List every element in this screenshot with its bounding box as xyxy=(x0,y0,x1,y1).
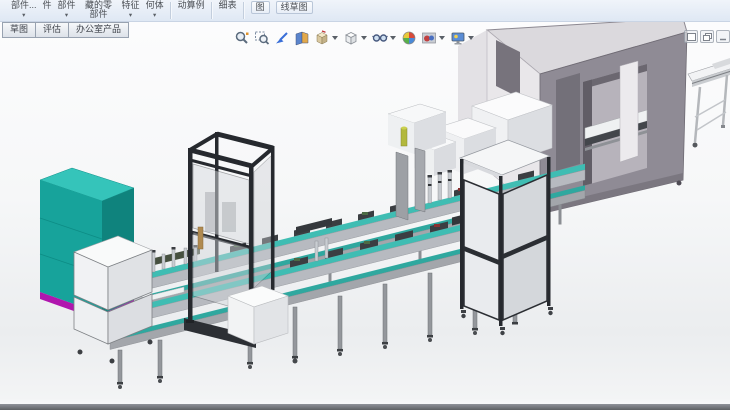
zoom-to-area-icon[interactable] xyxy=(253,29,271,47)
floor-box[interactable] xyxy=(228,286,298,364)
chevron-down-icon: ▾ xyxy=(22,13,25,19)
cmd-show-hidden-components-button[interactable]: 藏的零部件 xyxy=(82,1,116,19)
status-bar xyxy=(0,404,730,410)
chevron-down-icon: ▾ xyxy=(153,13,156,19)
document-window-controls xyxy=(684,30,730,43)
cmd-exploded-view-button[interactable]: 图 xyxy=(251,1,270,14)
command-manager-toolbar: 部件... ▾ 件 部件 ▾ 藏的零部件 特征 ▾ 何体 ▾ 动算例 细表 图 … xyxy=(0,0,730,22)
graphics-viewport[interactable] xyxy=(0,22,730,410)
cmd-assembly-features-button[interactable]: 特征 ▾ xyxy=(122,1,140,19)
cmd-explode-line-sketch-button[interactable]: 线草图 xyxy=(276,1,313,14)
apply-scene-icon[interactable] xyxy=(420,29,447,47)
chevron-down-icon[interactable] xyxy=(361,36,367,40)
command-manager-tabs: 草图 评估 办公室产品 xyxy=(2,22,128,38)
zoom-to-fit-icon[interactable] xyxy=(233,29,251,47)
tab-sketch[interactable]: 草图 xyxy=(2,22,36,38)
tan-cylinder[interactable] xyxy=(198,227,203,249)
outfeed-conveyor[interactable] xyxy=(688,58,730,148)
solidworks-window: { "command_manager": { "dropdown_glyph":… xyxy=(0,0,730,410)
cmd-bill-of-materials-button[interactable]: 细表 xyxy=(219,1,237,10)
enclosure-inner-column[interactable] xyxy=(620,61,638,162)
hide-show-items-icon[interactable] xyxy=(371,29,398,47)
toolbar-separator xyxy=(170,2,172,19)
chevron-down-icon[interactable] xyxy=(439,36,445,40)
tab-evaluate[interactable]: 评估 xyxy=(35,22,69,38)
toolbar-separator xyxy=(211,2,213,19)
caster-foot xyxy=(293,359,298,364)
heads-up-view-toolbar xyxy=(233,29,476,47)
cmd-fasteners-button[interactable]: 件 xyxy=(43,1,52,10)
display-style-icon[interactable] xyxy=(342,29,369,47)
view-settings-icon[interactable] xyxy=(449,29,476,47)
cmd-insert-components-button[interactable]: 部件... ▾ xyxy=(11,1,37,19)
tab-office-products[interactable]: 办公室产品 xyxy=(68,22,129,38)
chevron-down-icon[interactable] xyxy=(390,36,396,40)
chevron-down-icon[interactable] xyxy=(332,36,338,40)
chevron-down-icon[interactable] xyxy=(468,36,474,40)
view-orientation-icon[interactable] xyxy=(313,29,340,47)
cmd-move-component-button[interactable]: 部件 ▾ xyxy=(58,1,76,19)
cmd-reference-geometry-button[interactable]: 何体 ▾ xyxy=(146,1,164,19)
previous-view-icon[interactable] xyxy=(273,29,291,47)
chevron-down-icon: ▾ xyxy=(65,13,68,19)
edit-appearance-icon[interactable] xyxy=(400,29,418,47)
assembly-3d-model[interactable] xyxy=(0,22,730,410)
window-minimize-icon[interactable] xyxy=(716,30,730,43)
window-maximize-icon[interactable] xyxy=(684,30,698,43)
cmd-motion-study-button[interactable]: 动算例 xyxy=(178,1,205,10)
yellow-cylinder[interactable] xyxy=(401,128,407,146)
chevron-down-icon: ▾ xyxy=(129,13,132,19)
section-view-icon[interactable] xyxy=(293,29,311,47)
toolbar-separator xyxy=(243,2,245,19)
window-restore-icon[interactable] xyxy=(700,30,714,43)
